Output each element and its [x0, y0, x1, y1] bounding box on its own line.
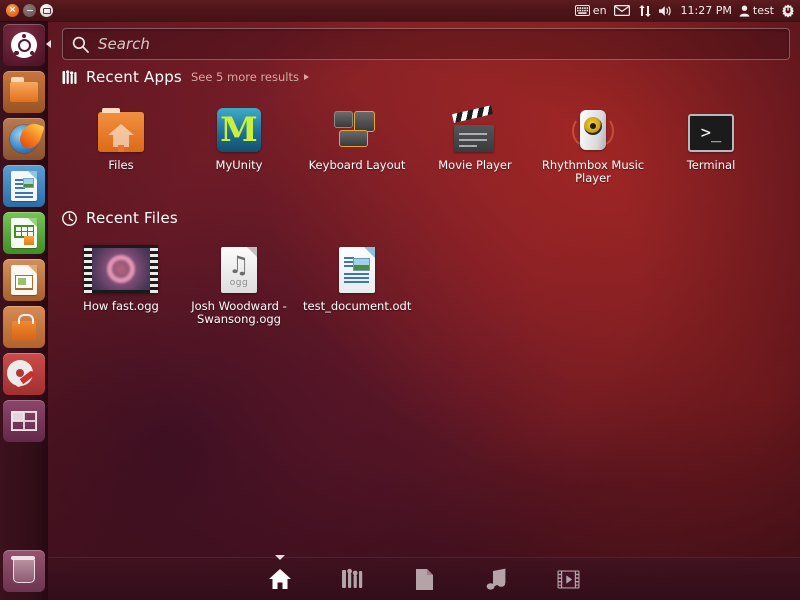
top-panel: × en 11:27 PM test [0, 0, 800, 21]
indicator-volume[interactable] [658, 5, 674, 17]
maximize-icon[interactable] [40, 4, 53, 17]
lens-bar [48, 557, 800, 600]
ubuntu-logo-icon [11, 32, 37, 58]
unity-launcher [0, 21, 48, 600]
group-recent-files: Recent Files How fast.ogg ♫ ogg [62, 207, 790, 326]
indicator-keyboard[interactable]: en [575, 4, 607, 17]
search-icon [72, 36, 89, 53]
group-title-recent-files: Recent Files [86, 209, 178, 227]
result-label: test_document.odt [303, 300, 411, 313]
clock-icon [62, 211, 77, 226]
lens-files[interactable] [411, 566, 437, 592]
keyboard-icon [575, 5, 590, 16]
indicator-messaging[interactable] [614, 5, 630, 16]
applications-icon [62, 70, 77, 85]
volume-icon [658, 5, 674, 17]
indicator-session-power[interactable] [781, 4, 795, 18]
result-label: Keyboard Layout [303, 159, 411, 172]
chevron-down-icon [275, 555, 285, 560]
envelope-icon [614, 5, 630, 16]
results-recent-apps: Files M MyUnity Keyboard Layout [62, 100, 790, 185]
search-input[interactable]: Search [98, 35, 150, 53]
result-label: How fast.ogg [67, 300, 175, 313]
unity-dash-screen: × en 11:27 PM test [0, 0, 800, 600]
result-item-rhythmbox[interactable]: Rhythmbox Music Player [534, 100, 652, 185]
folder-home-icon [10, 82, 38, 102]
folder-home-icon [98, 112, 144, 152]
result-label: Movie Player [421, 159, 529, 172]
result-label: Terminal [657, 159, 765, 172]
home-icon [268, 568, 292, 590]
result-item-files[interactable]: Files [62, 100, 180, 185]
video-thumbnail-icon [84, 245, 158, 293]
lens-music[interactable] [483, 566, 509, 592]
sidebar-item-trash[interactable] [3, 550, 45, 592]
see-more-results-link[interactable]: See 5 more results [191, 70, 309, 84]
myunity-icon: M [217, 108, 261, 152]
sidebar-item-firefox[interactable] [3, 118, 45, 160]
workspace-grid-icon [11, 411, 37, 431]
see-more-results-label: See 5 more results [191, 70, 299, 84]
lens-video[interactable] [555, 566, 581, 592]
result-item-myunity[interactable]: M MyUnity [180, 100, 298, 185]
panel-indicators: en 11:27 PM test [575, 4, 800, 18]
power-gear-icon [781, 4, 795, 18]
window-controls: × [0, 4, 53, 17]
result-label: Files [67, 159, 175, 172]
indicator-session-user[interactable]: test [739, 4, 774, 17]
result-item-swansong[interactable]: ♫ ogg Josh Woodward - Swansong.ogg [180, 241, 298, 326]
ogg-audio-file-icon: ♫ ogg [221, 247, 257, 293]
writer-document-icon [11, 171, 37, 201]
launcher-active-arrow-icon [46, 40, 51, 48]
trash-icon [13, 559, 35, 583]
results-recent-files: How fast.ogg ♫ ogg Josh Woodward - Swans… [62, 241, 790, 326]
result-label: MyUnity [185, 159, 293, 172]
firefox-icon [10, 125, 38, 153]
music-note-icon [486, 568, 507, 590]
clapperboard-icon [451, 110, 499, 152]
odt-document-icon [339, 247, 375, 293]
group-recent-apps: Recent Apps See 5 more results Files M [62, 66, 790, 185]
terminal-icon: >_ [688, 114, 734, 152]
result-item-test-document[interactable]: test_document.odt [298, 241, 416, 326]
search-bar[interactable]: Search [62, 28, 790, 60]
result-item-keyboard-layout[interactable]: Keyboard Layout [298, 100, 416, 185]
sidebar-item-libreoffice-writer[interactable] [3, 165, 45, 207]
chevron-right-icon [304, 74, 309, 80]
sidebar-item-system-settings[interactable] [3, 353, 45, 395]
indicator-network[interactable] [637, 5, 651, 17]
group-title-recent-apps: Recent Apps [86, 68, 182, 86]
rhythmbox-speaker-icon [571, 108, 615, 152]
document-icon [415, 568, 434, 591]
sidebar-item-libreoffice-calc[interactable] [3, 212, 45, 254]
result-item-terminal[interactable]: >_ Terminal [652, 100, 770, 185]
keyboard-layout-icon [332, 110, 382, 152]
result-item-movie-player[interactable]: Movie Player [416, 100, 534, 185]
network-icon [637, 5, 651, 17]
result-item-how-fast[interactable]: How fast.ogg [62, 241, 180, 326]
sidebar-item-software-center[interactable] [3, 306, 45, 348]
calc-spreadsheet-icon [11, 218, 37, 248]
user-label: test [753, 4, 774, 17]
sidebar-item-dash-home[interactable] [3, 24, 45, 66]
sidebar-item-files[interactable] [3, 71, 45, 113]
lens-home[interactable] [267, 566, 293, 592]
minimize-icon[interactable] [23, 4, 36, 17]
clock-label[interactable]: 11:27 PM [681, 4, 732, 17]
sidebar-item-libreoffice-impress[interactable] [3, 259, 45, 301]
sidebar-item-workspace-switcher[interactable] [3, 400, 45, 442]
lens-applications[interactable] [339, 566, 365, 592]
user-icon [739, 5, 750, 17]
video-icon [557, 570, 580, 589]
close-icon[interactable]: × [6, 4, 19, 17]
result-label: Rhythmbox Music Player [539, 159, 647, 185]
applications-icon [341, 568, 363, 590]
gear-wrench-icon [8, 359, 40, 389]
impress-presentation-icon [11, 265, 37, 295]
keyboard-layout-label: en [593, 4, 607, 17]
result-label: Josh Woodward - Swansong.ogg [185, 300, 293, 326]
shopping-bag-icon [12, 321, 36, 340]
